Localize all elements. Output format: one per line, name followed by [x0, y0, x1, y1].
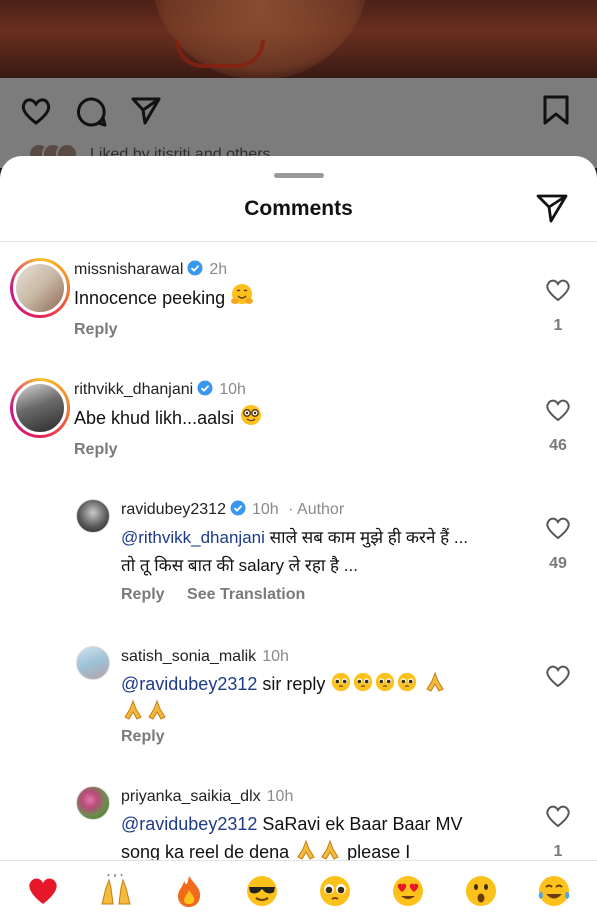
share-icon[interactable]: [535, 192, 569, 224]
comment-actions: Reply: [74, 441, 136, 459]
comment-text: @ravidubey2312 sir reply: [121, 670, 501, 726]
comment-actions: Reply: [74, 321, 136, 339]
like-count: 49: [549, 555, 567, 572]
red-heart-icon[interactable]: [23, 871, 63, 911]
comment-header: missnisharawal 2h: [74, 260, 227, 279]
mention-link[interactable]: @rithvikk_dhanjani: [121, 528, 265, 547]
sunglasses-face-icon[interactable]: [242, 871, 282, 911]
comment-like: 1: [540, 804, 576, 861]
comment-time: 2h: [209, 261, 228, 278]
username[interactable]: missnisharawal: [74, 261, 183, 278]
comment-reply-item: ravidubey2312 10h · Author @rithvikk_dhan…: [0, 494, 597, 614]
comment-like: 49: [540, 516, 576, 573]
quick-reaction-bar: [0, 860, 597, 920]
comment-text: @rithvikk_dhanjani साले सब काम मुझे ही क…: [121, 528, 469, 575]
like-icon[interactable]: [545, 278, 571, 302]
avatar[interactable]: [10, 378, 70, 438]
reply-button[interactable]: Reply: [121, 586, 165, 603]
comment-time: 10h: [262, 648, 289, 665]
like-count: 46: [549, 437, 567, 454]
comment-reply-item: priyanka_saikia_dlx 10h @ravidubey2312 Sa…: [0, 782, 597, 872]
comment-header: satish_sonia_malik 10h: [121, 648, 289, 666]
see-translation-button[interactable]: See Translation: [187, 586, 305, 603]
folded-hands-icon: [294, 839, 342, 862]
avatar[interactable]: [10, 258, 70, 318]
post-media[interactable]: [0, 0, 597, 78]
raising-hands-icon[interactable]: [96, 871, 136, 911]
like-icon[interactable]: [545, 804, 571, 828]
username[interactable]: satish_sonia_malik: [121, 648, 256, 665]
comment-header: rithvikk_dhanjani 10h: [74, 380, 246, 399]
save-icon[interactable]: [542, 94, 570, 126]
pleading-face-icon: [330, 672, 423, 694]
reply-button[interactable]: Reply: [74, 321, 118, 338]
avatar[interactable]: [76, 786, 110, 820]
comment-icon[interactable]: [76, 96, 108, 128]
like-count: 1: [553, 843, 563, 860]
comment-actions: Reply: [121, 728, 183, 746]
avatar[interactable]: [76, 499, 110, 533]
comment-header: priyanka_saikia_dlx 10h: [121, 788, 293, 806]
heart-eyes-face-icon[interactable]: [388, 871, 428, 911]
mention-link[interactable]: @ravidubey2312: [121, 674, 257, 694]
avatar[interactable]: [76, 646, 110, 680]
username[interactable]: rithvikk_dhanjani: [74, 381, 193, 398]
comment-header: ravidubey2312 10h · Author: [121, 500, 344, 519]
verified-badge-icon: [197, 380, 213, 396]
astonished-face-icon[interactable]: [461, 871, 501, 911]
comment-like: 46: [540, 398, 576, 455]
sheet-divider: [0, 241, 597, 242]
comment-time: 10h: [219, 381, 246, 398]
username[interactable]: ravidubey2312: [121, 501, 226, 518]
sheet-title: Comments: [244, 197, 353, 220]
reply-button[interactable]: Reply: [121, 728, 165, 745]
comment-like: 1: [540, 278, 576, 335]
comments-sheet: Comments missnisharawal 2h Innocence peek…: [0, 156, 597, 920]
comment-text: Innocence peeking: [74, 283, 254, 312]
comment-time: 10h: [251, 501, 279, 518]
nerd-face-icon: [241, 405, 262, 425]
comment-actions: Reply See Translation: [121, 586, 323, 604]
like-icon[interactable]: [545, 516, 571, 540]
mention-link[interactable]: @ravidubey2312: [121, 814, 257, 834]
comment-reply-item: satish_sonia_malik 10h @ravidubey2312 sir…: [0, 642, 597, 752]
share-icon[interactable]: [130, 96, 162, 126]
like-icon[interactable]: [545, 398, 571, 422]
comment-time: 10h: [266, 788, 294, 805]
post-image-bracelet: [175, 40, 265, 68]
verified-badge-icon: [230, 500, 246, 516]
tears-of-joy-face-icon[interactable]: [534, 871, 574, 911]
comment-text: Abe khud likh...aalsi: [74, 403, 263, 432]
comment-text: @ravidubey2312 SaRavi ek Baar Baar MV so…: [121, 814, 463, 862]
comment-like: [540, 664, 576, 693]
username[interactable]: priyanka_saikia_dlx: [121, 788, 261, 805]
verified-badge-icon: [187, 260, 203, 276]
sheet-grabber[interactable]: [274, 173, 324, 178]
pleading-face-icon[interactable]: [315, 871, 355, 911]
like-icon[interactable]: [545, 664, 571, 688]
author-tag: · Author: [288, 501, 345, 518]
post-image-arm: [150, 0, 370, 78]
hugging-face-icon: [231, 284, 254, 304]
like-icon[interactable]: [20, 96, 52, 126]
comment-item: rithvikk_dhanjani 10h Abe khud likh...aal…: [0, 372, 597, 482]
comment-item: missnisharawal 2h Innocence peeking Reply…: [0, 252, 597, 362]
reply-button[interactable]: Reply: [74, 441, 118, 458]
fire-icon[interactable]: [169, 871, 209, 911]
like-count: 1: [553, 317, 563, 334]
